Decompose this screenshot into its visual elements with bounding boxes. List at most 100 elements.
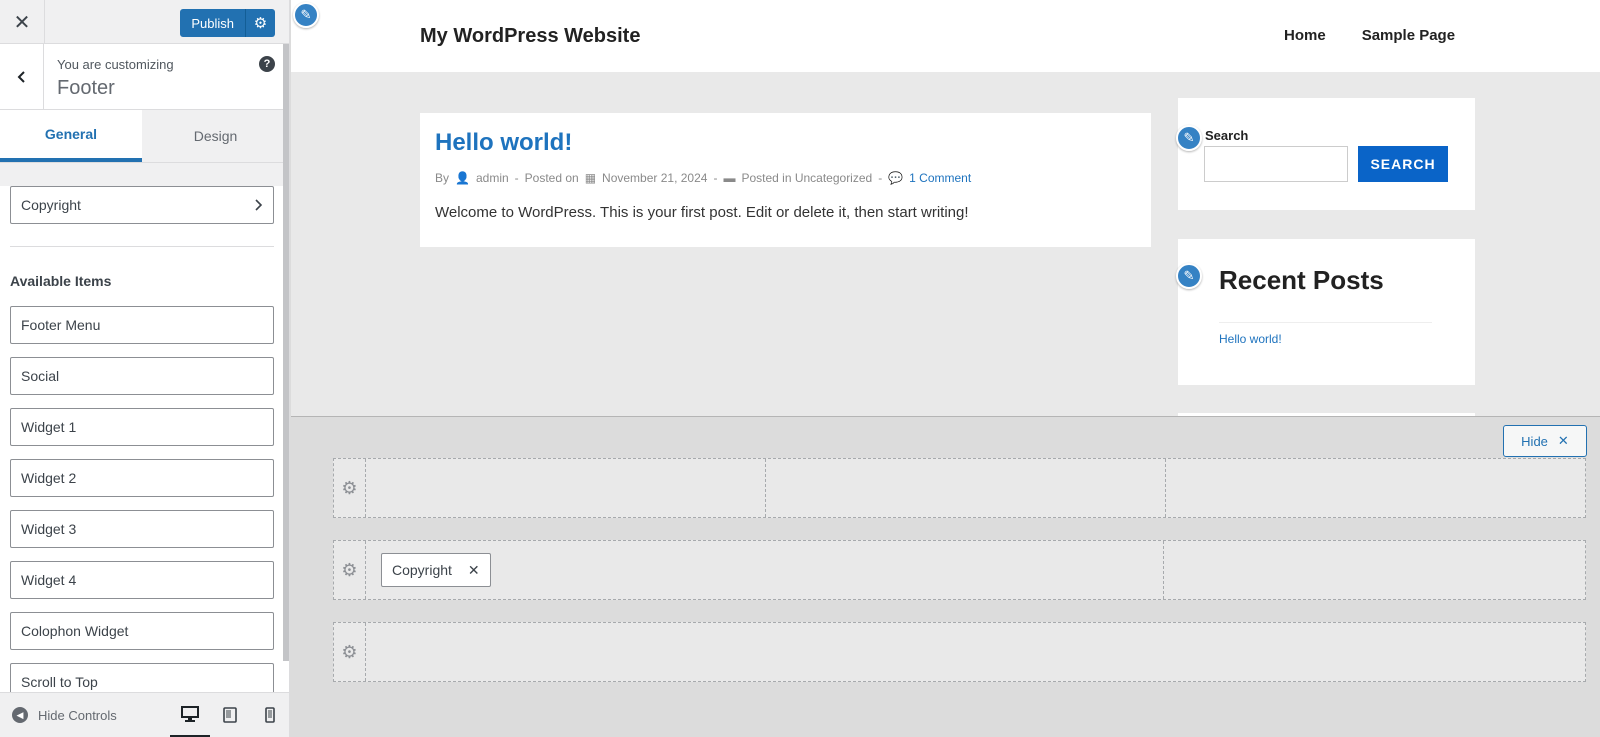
meta-separator: - <box>514 171 519 185</box>
preview-mobile-button[interactable] <box>250 693 289 737</box>
site-preview: ✎ My WordPress Website Home Sample Page … <box>291 0 1600 416</box>
remove-icon[interactable]: ✕ <box>468 562 480 579</box>
edit-search-widget-shortcut[interactable]: ✎ <box>1176 125 1202 151</box>
available-items-list: Footer Menu Social Widget 1 Widget 2 Wid… <box>10 306 279 701</box>
publish-group: Publish ⚙ <box>180 9 275 37</box>
recent-posts-widget: ✎ Recent Posts Hello world! <box>1176 239 1475 385</box>
close-customizer-button[interactable]: ✕ <box>0 0 45 44</box>
hide-builder-label: Hide <box>1521 433 1548 449</box>
post-date: November 21, 2024 <box>602 171 708 185</box>
mobile-icon <box>265 707 275 723</box>
customizer-topbar: ✕ Publish ⚙ <box>0 0 289 44</box>
customizer-footer: ◀ Hide Controls <box>0 692 289 737</box>
folder-icon: ▬ <box>723 171 736 185</box>
section-tabs: General Design <box>0 110 289 163</box>
search-widget: ✎ Search SEARCH <box>1176 98 1475 210</box>
close-icon: ✕ <box>1557 433 1569 448</box>
tablet-icon <box>223 707 237 723</box>
copyright-item-label: Copyright <box>21 197 81 213</box>
nav-item-sample-page[interactable]: Sample Page <box>1362 27 1455 44</box>
available-item-widget-1[interactable]: Widget 1 <box>10 408 274 446</box>
recent-post-link[interactable]: Hello world! <box>1219 332 1282 346</box>
user-icon: 👤 <box>455 171 470 185</box>
desktop-icon <box>181 705 199 722</box>
available-item-colophon-widget[interactable]: Colophon Widget <box>10 612 274 650</box>
available-item-widget-2[interactable]: Widget 2 <box>10 459 274 497</box>
footer-column[interactable] <box>1166 459 1585 517</box>
footer-row-main: ⚙ Copyright ✕ <box>333 540 1586 600</box>
footer-column[interactable] <box>1164 541 1585 599</box>
post-by: By <box>435 171 450 185</box>
footer-column[interactable]: Copyright ✕ <box>366 541 1164 599</box>
publish-button[interactable]: Publish <box>180 9 245 37</box>
hide-builder-button[interactable]: Hide ✕ <box>1503 425 1587 457</box>
hide-controls-label: Hide Controls <box>38 707 117 723</box>
help-icon[interactable]: ? <box>259 56 275 72</box>
site-title[interactable]: My WordPress Website <box>420 25 640 48</box>
gear-icon: ⚙ <box>341 477 358 498</box>
section-title: Footer <box>57 77 115 99</box>
hide-controls-button[interactable]: ◀ Hide Controls <box>0 707 170 723</box>
meta-separator: - <box>878 171 883 185</box>
gear-icon: ⚙ <box>341 641 358 662</box>
edit-header-shortcut[interactable]: ✎ <box>293 2 319 28</box>
pencil-icon: ✎ <box>1183 268 1195 283</box>
meta-separator: - <box>713 171 718 185</box>
footer-builder: Hide ✕ ⚙ ⚙ Copyright ✕ ⚙ <box>291 416 1600 737</box>
collapse-icon: ◀ <box>12 707 28 723</box>
comment-icon: 💬 <box>888 171 904 185</box>
divider <box>10 246 274 247</box>
post-card: Hello world! By 👤 admin - Posted on ▦ No… <box>420 113 1151 247</box>
primary-nav: Home Sample Page <box>1284 27 1455 44</box>
post-author[interactable]: admin <box>476 171 509 185</box>
gear-icon: ⚙ <box>253 15 268 32</box>
site-header: ✎ My WordPress Website Home Sample Page <box>291 0 1600 72</box>
search-button[interactable]: SEARCH <box>1358 146 1448 182</box>
edit-recent-posts-shortcut[interactable]: ✎ <box>1176 263 1202 289</box>
footer-row-bottom: ⚙ <box>333 622 1586 682</box>
search-input[interactable] <box>1204 146 1348 182</box>
footer-column[interactable] <box>766 459 1166 517</box>
search-label: Search <box>1205 128 1249 143</box>
chevron-left-icon <box>17 71 25 83</box>
customizing-subtitle: You are customizing <box>57 57 174 72</box>
chevron-right-icon <box>255 199 263 211</box>
post-comments-link[interactable]: 1 Comment <box>909 171 971 185</box>
post-title[interactable]: Hello world! <box>435 129 1136 157</box>
footer-row-top: ⚙ <box>333 458 1586 518</box>
calendar-icon: ▦ <box>584 171 597 185</box>
preview-desktop-button[interactable] <box>170 693 210 737</box>
available-items-heading: Available Items <box>10 273 112 289</box>
post-category[interactable]: Posted in Uncategorized <box>741 171 872 185</box>
footer-column[interactable] <box>366 623 1585 681</box>
available-item-social[interactable]: Social <box>10 357 274 395</box>
copyright-item-link[interactable]: Copyright <box>10 186 274 224</box>
post-meta: By 👤 admin - Posted on ▦ November 21, 20… <box>435 171 1136 185</box>
back-button[interactable] <box>0 44 44 110</box>
publish-settings-button[interactable]: ⚙ <box>245 9 275 37</box>
post-posted-on: Posted on <box>524 171 579 185</box>
nav-item-home[interactable]: Home <box>1284 27 1326 44</box>
tab-design[interactable]: Design <box>142 110 289 162</box>
section-header: You are customizing Footer ? <box>0 44 289 110</box>
available-item-widget-4[interactable]: Widget 4 <box>10 561 274 599</box>
row-settings-button[interactable]: ⚙ <box>334 623 366 681</box>
recent-posts-title: Recent Posts <box>1219 265 1384 295</box>
available-item-widget-3[interactable]: Widget 3 <box>10 510 274 548</box>
pencil-icon: ✎ <box>300 7 312 22</box>
customizer-sidebar: ✕ Publish ⚙ You are customizing Footer ?… <box>0 0 290 737</box>
row-settings-button[interactable]: ⚙ <box>334 459 366 517</box>
post-excerpt: Welcome to WordPress. This is your first… <box>435 204 969 221</box>
divider <box>1219 322 1432 323</box>
row-settings-button[interactable]: ⚙ <box>334 541 366 599</box>
footer-column[interactable] <box>366 459 766 517</box>
gear-icon: ⚙ <box>341 559 358 580</box>
available-item-footer-menu[interactable]: Footer Menu <box>10 306 274 344</box>
preview-tablet-button[interactable] <box>210 693 250 737</box>
general-panel: Copyright Available Items Footer Menu So… <box>0 186 289 716</box>
sidebar-scrollbar[interactable] <box>283 44 289 661</box>
footer-item-label: Copyright <box>392 562 452 578</box>
pencil-icon: ✎ <box>1183 130 1195 145</box>
footer-item-copyright[interactable]: Copyright ✕ <box>381 553 491 587</box>
tab-general[interactable]: General <box>0 110 142 162</box>
